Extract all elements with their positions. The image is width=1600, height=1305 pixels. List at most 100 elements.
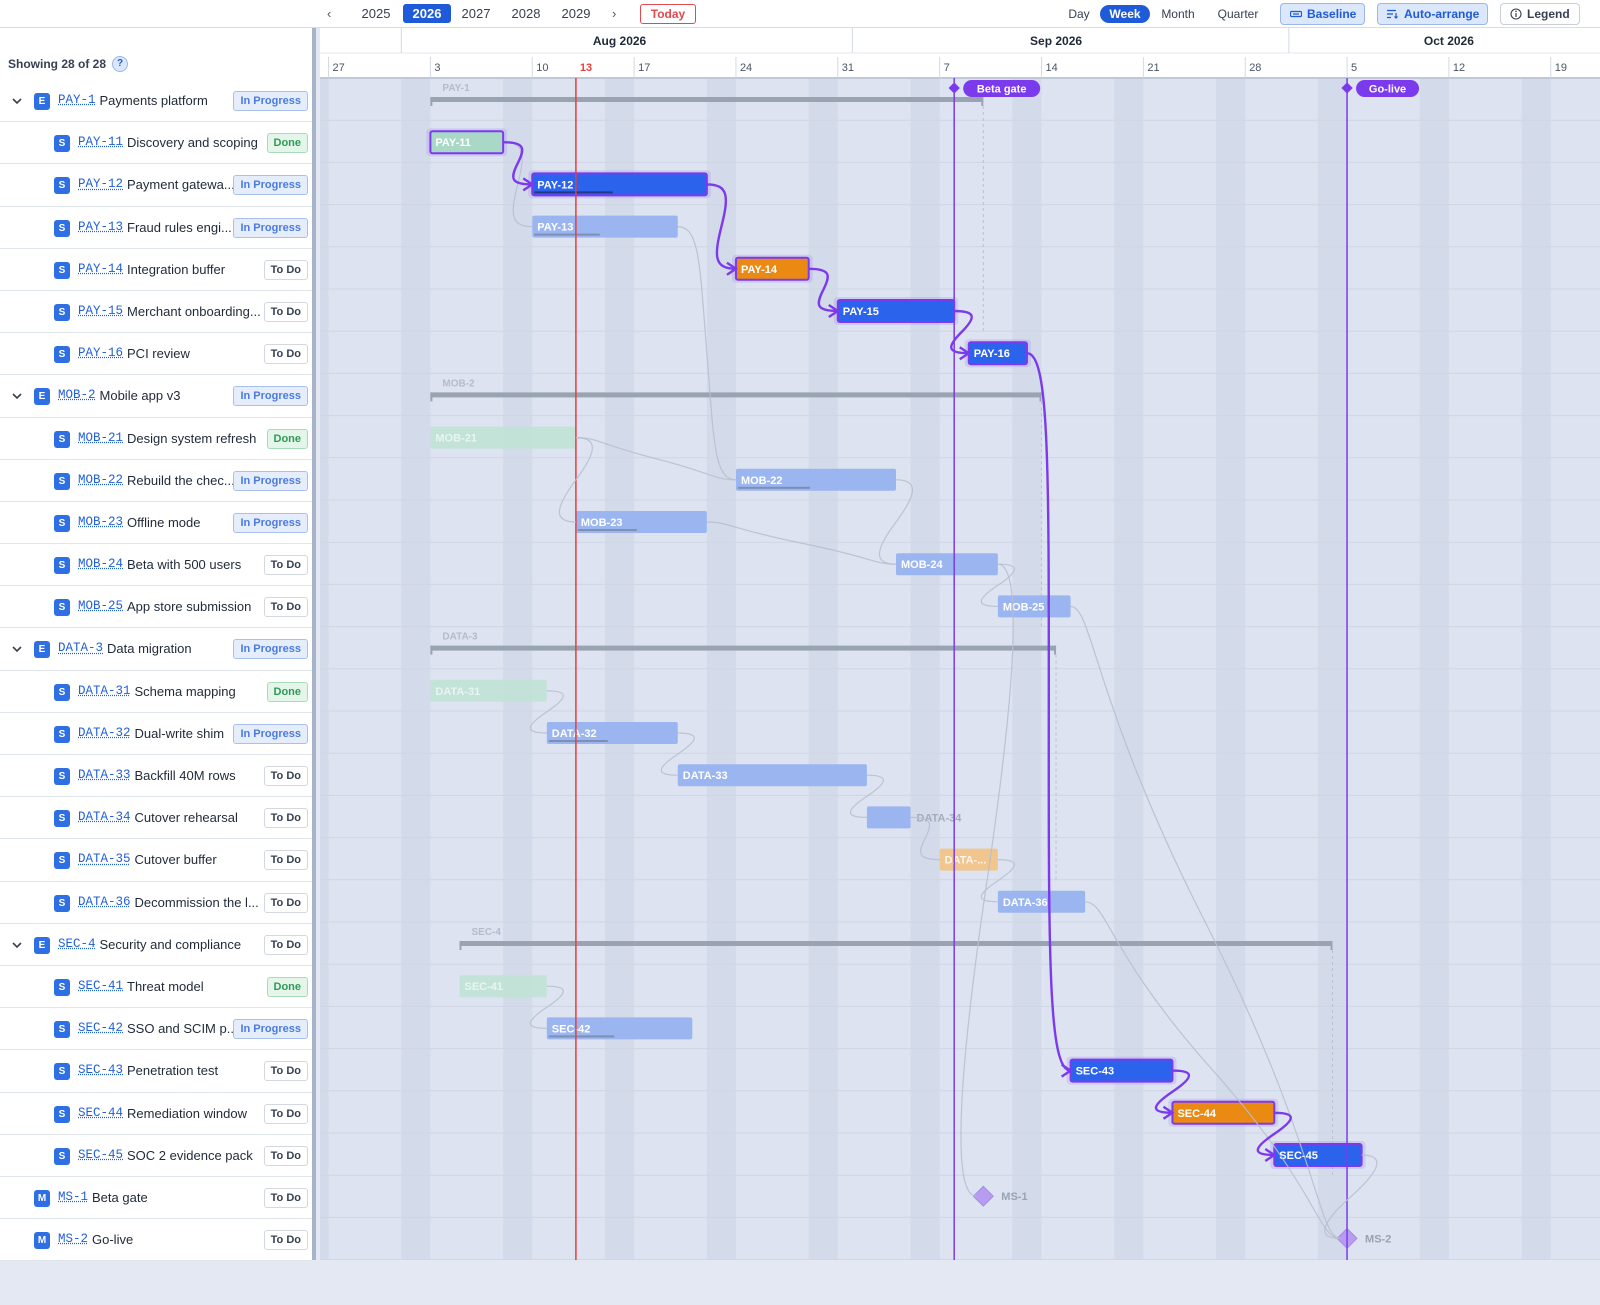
- issue-row[interactable]: S PAY-14 Integration buffer To Do: [0, 248, 312, 291]
- issue-key-link[interactable]: DATA-32: [78, 726, 131, 740]
- issue-key-link[interactable]: PAY-12: [78, 177, 123, 191]
- chevron-down-icon[interactable]: [10, 389, 24, 403]
- status-badge[interactable]: In Progress: [233, 91, 308, 111]
- issue-key-link[interactable]: PAY-14: [78, 262, 123, 276]
- issue-row[interactable]: S SEC-44 Remediation window To Do: [0, 1092, 312, 1135]
- today-button[interactable]: Today: [640, 4, 696, 24]
- issue-key-link[interactable]: DATA-33: [78, 768, 131, 782]
- issue-row[interactable]: S SEC-41 Threat model Done: [0, 965, 312, 1009]
- issue-row[interactable]: S DATA-32 Dual-write shim In Progress: [0, 712, 312, 755]
- status-badge[interactable]: To Do: [263, 934, 308, 955]
- status-badge[interactable]: In Progress: [233, 386, 308, 407]
- issue-row[interactable]: S DATA-31 Schema mapping Done: [0, 670, 312, 713]
- issue-row[interactable]: S DATA-34 Cutover rehearsal To Do: [0, 797, 312, 840]
- chevron-down-icon[interactable]: [10, 642, 24, 656]
- year-2029[interactable]: 2029: [552, 4, 600, 23]
- issue-key-link[interactable]: DATA-3: [58, 641, 103, 655]
- issue-key-link[interactable]: DATA-34: [78, 810, 131, 824]
- issue-key-link[interactable]: SEC-41: [78, 979, 123, 993]
- issue-key-link[interactable]: SEC-4: [58, 937, 96, 951]
- issue-row[interactable]: S PAY-12 Payment gatewa... In Progress: [0, 164, 312, 207]
- issue-row[interactable]: E PAY-1 Payments platform In Progress: [0, 80, 312, 123]
- issue-row[interactable]: S PAY-11 Discovery and scoping Done: [0, 122, 312, 165]
- epic-bar[interactable]: [430, 97, 984, 102]
- issue-row[interactable]: S MOB-21 Design system refresh Done: [0, 417, 312, 460]
- year-2025[interactable]: 2025: [352, 4, 400, 23]
- epic-bar[interactable]: [459, 941, 1333, 946]
- prev-year-arrow[interactable]: ‹: [327, 6, 331, 21]
- zoom-day[interactable]: Day: [1060, 5, 1098, 23]
- status-badge[interactable]: To Do: [263, 1187, 308, 1208]
- epic-bar[interactable]: [430, 645, 1057, 651]
- help-icon[interactable]: ?: [112, 56, 128, 72]
- issue-row[interactable]: E DATA-3 Data migration In Progress: [0, 628, 312, 671]
- issue-key-link[interactable]: DATA-35: [78, 852, 131, 866]
- issue-row[interactable]: S PAY-13 Fraud rules engi... In Progress: [0, 206, 312, 249]
- status-badge[interactable]: In Progress: [233, 470, 308, 491]
- issue-row[interactable]: S MOB-25 App store submission To Do: [0, 586, 312, 629]
- issue-key-link[interactable]: PAY-16: [78, 346, 123, 360]
- issue-key-link[interactable]: PAY-11: [78, 135, 123, 149]
- status-badge[interactable]: To Do: [263, 1230, 308, 1251]
- status-badge[interactable]: In Progress: [233, 217, 308, 238]
- issue-key-link[interactable]: PAY-15: [78, 304, 123, 318]
- status-badge[interactable]: In Progress: [233, 512, 308, 533]
- issue-key-link[interactable]: PAY-13: [78, 220, 123, 234]
- status-badge[interactable]: In Progress: [233, 639, 308, 660]
- status-badge[interactable]: Done: [266, 976, 308, 997]
- status-badge[interactable]: To Do: [263, 555, 308, 576]
- issue-row[interactable]: S MOB-22 Rebuild the chec... In Progress: [0, 459, 312, 502]
- issue-key-link[interactable]: DATA-31: [78, 684, 131, 698]
- issue-row[interactable]: S SEC-42 SSO and SCIM p... In Progress: [0, 1008, 312, 1051]
- issue-key-link[interactable]: MOB-24: [78, 557, 123, 571]
- issue-key-link[interactable]: MS-2: [58, 1232, 88, 1246]
- issue-row[interactable]: S PAY-15 Merchant onboarding... To Do: [0, 290, 312, 334]
- year-2026[interactable]: 2026: [403, 4, 451, 23]
- issue-row[interactable]: E SEC-4 Security and compliance To Do: [0, 923, 312, 966]
- issue-key-link[interactable]: SEC-45: [78, 1148, 123, 1162]
- issue-row[interactable]: S MOB-24 Beta with 500 users To Do: [0, 544, 312, 587]
- issue-key-link[interactable]: MOB-23: [78, 515, 123, 529]
- status-badge[interactable]: In Progress: [233, 723, 308, 744]
- status-badge[interactable]: To Do: [263, 892, 308, 913]
- chevron-down-icon[interactable]: [10, 938, 24, 952]
- issue-row[interactable]: S DATA-35 Cutover buffer To Do: [0, 839, 312, 882]
- next-year-arrow[interactable]: ›: [612, 6, 616, 21]
- issue-row[interactable]: S DATA-33 Backfill 40M rows To Do: [0, 755, 312, 798]
- chevron-down-icon[interactable]: [10, 94, 24, 108]
- status-badge[interactable]: Done: [266, 133, 308, 154]
- issue-row[interactable]: S DATA-36 Decommission the l... To Do: [0, 881, 312, 924]
- status-badge[interactable]: To Do: [263, 808, 308, 829]
- issue-row[interactable]: S SEC-43 Penetration test To Do: [0, 1050, 312, 1093]
- issue-row[interactable]: S PAY-16 PCI review To Do: [0, 333, 312, 376]
- issue-row[interactable]: S SEC-45 SOC 2 evidence pack To Do: [0, 1134, 312, 1177]
- zoom-month[interactable]: Month: [1155, 5, 1201, 23]
- status-badge[interactable]: To Do: [263, 344, 308, 365]
- status-badge[interactable]: To Do: [263, 1103, 308, 1124]
- issue-key-link[interactable]: SEC-42: [78, 1021, 123, 1035]
- issue-key-link[interactable]: SEC-44: [78, 1106, 123, 1120]
- issue-row[interactable]: S MOB-23 Offline mode In Progress: [0, 501, 312, 545]
- issue-key-link[interactable]: MOB-22: [78, 473, 123, 487]
- status-badge[interactable]: To Do: [263, 259, 308, 280]
- status-badge[interactable]: To Do: [263, 597, 308, 618]
- issue-key-link[interactable]: MOB-2: [58, 388, 96, 402]
- issue-key-link[interactable]: MS-1: [58, 1190, 88, 1204]
- status-badge[interactable]: Done: [266, 681, 308, 702]
- zoom-week[interactable]: Week: [1100, 5, 1150, 23]
- zoom-quarter[interactable]: Quarter: [1212, 5, 1264, 23]
- issue-key-link[interactable]: DATA-36: [78, 895, 131, 909]
- issue-row[interactable]: E MOB-2 Mobile app v3 In Progress: [0, 375, 312, 418]
- issue-row[interactable]: M MS-1 Beta gate To Do: [0, 1176, 312, 1220]
- issue-row[interactable]: M MS-2 Go-live To Do: [0, 1219, 312, 1262]
- issue-key-link[interactable]: MOB-25: [78, 599, 123, 613]
- baseline-button[interactable]: Baseline: [1280, 3, 1365, 25]
- issue-key-link[interactable]: PAY-1: [58, 93, 96, 107]
- legend-button[interactable]: Legend: [1500, 3, 1580, 25]
- status-badge[interactable]: In Progress: [233, 1019, 308, 1040]
- status-badge[interactable]: To Do: [263, 1061, 308, 1082]
- year-2028[interactable]: 2028: [502, 4, 550, 23]
- task-bar[interactable]: [866, 806, 911, 829]
- status-badge[interactable]: To Do: [263, 850, 308, 871]
- auto-arrange-button[interactable]: Auto-arrange: [1377, 3, 1488, 25]
